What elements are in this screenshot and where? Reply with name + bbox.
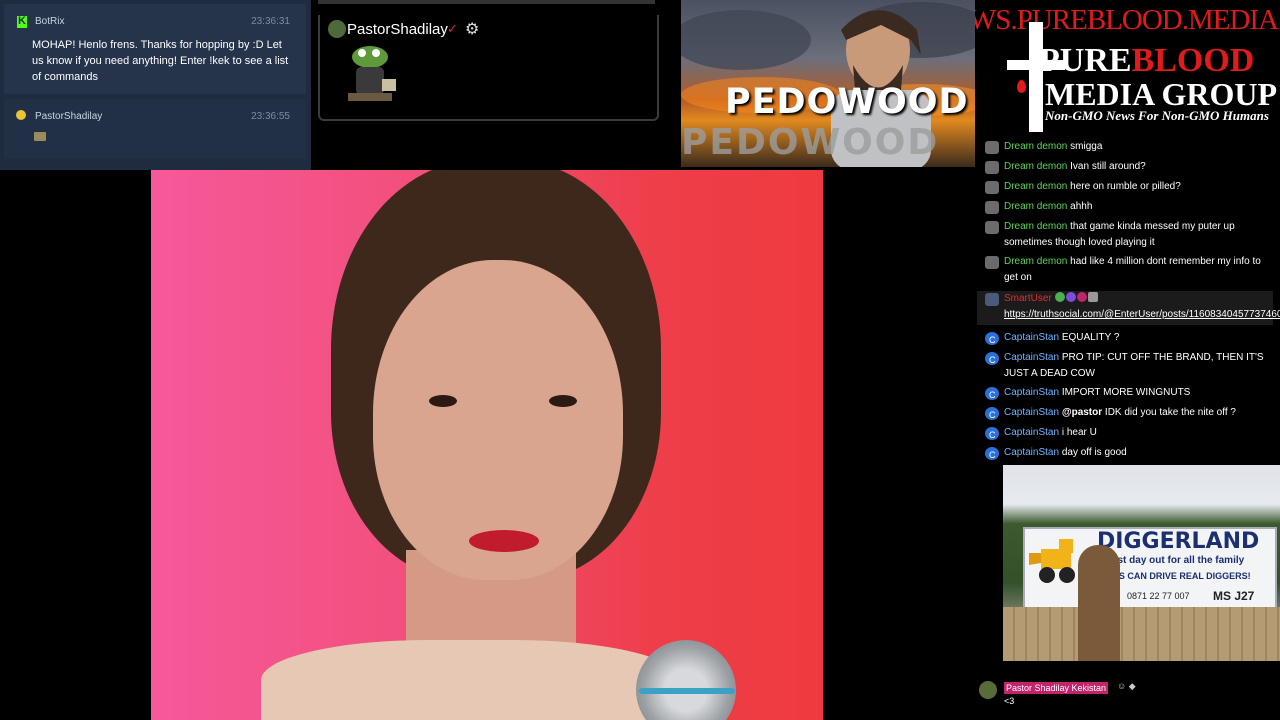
chat-message: PastorShadilay 23:36:55 <box>4 99 306 159</box>
chat-username[interactable]: Dream demon <box>1004 161 1067 172</box>
check-icon: ✓ <box>447 21 458 36</box>
brand-url: NEWS.PUREBLOOD.MEDIA <box>975 4 1279 36</box>
avatar[interactable] <box>979 681 997 699</box>
chat-text: IMPORT MORE WINGNUTS <box>1061 387 1191 398</box>
smile-badge-icon <box>16 110 26 120</box>
chat-message-highlighted: SmartUser https://truthsocial.com/@Enter… <box>977 291 1280 325</box>
chat-message: BotRix 23:36:31 MOHAP! Henlo frens. Than… <box>4 4 306 94</box>
avatar[interactable] <box>985 256 999 269</box>
chat-username[interactable]: SmartUser <box>1004 293 1052 304</box>
brand-logo: NEWS.PUREBLOOD.MEDIA PUREBLOOD MEDIA GRO… <box>975 0 1280 135</box>
pedowood-thumbnail: PEDOWOOD PEDOWOOD <box>681 0 975 167</box>
chat-username[interactable]: Dream demon <box>1004 201 1067 212</box>
chat-username[interactable]: Dream demon <box>1004 256 1067 267</box>
brand-tagline: Non-GMO News For Non-GMO Humans <box>1045 108 1269 123</box>
bot-chat-overlay: BotRix 23:36:31 MOHAP! Henlo frens. Than… <box>0 0 311 170</box>
chat-text: <3 <box>1004 696 1015 706</box>
chat-username[interactable]: Dream demon <box>1004 141 1067 152</box>
eye-shape <box>549 395 577 407</box>
chat-username[interactable]: CaptainStan <box>1004 447 1059 458</box>
avatar[interactable] <box>985 221 999 234</box>
blood-drop-icon <box>1017 80 1026 93</box>
main-photo <box>151 170 823 720</box>
person-figure <box>1078 545 1120 661</box>
chat-username[interactable]: CaptainStan <box>1004 407 1059 418</box>
chat-text: MOHAP! Henlo frens. Thanks for hopping b… <box>32 39 289 83</box>
microphone-icon <box>636 640 736 720</box>
chat-text: EQUALITY ? <box>1061 332 1120 343</box>
lips-shape <box>469 530 539 552</box>
chat-text: IDK did you take the nite off ? <box>1104 407 1236 418</box>
chat-username[interactable]: CaptainStan <box>1004 387 1059 398</box>
pedowood-title: PEDOWOOD <box>725 82 969 122</box>
avatar[interactable] <box>985 181 999 194</box>
avatar[interactable] <box>985 447 999 463</box>
chat-username[interactable]: CaptainStan <box>1004 332 1059 343</box>
card-top-divider <box>318 0 655 4</box>
chat-link[interactable]: https://truthsocial.com/@EnterUser/posts… <box>1004 309 1280 320</box>
chat-panel: Dream demon smigga Dream demon Ivan stil… <box>977 137 1280 465</box>
pastor-chat-card: PastorShadilay ✓ ⚙ <box>318 15 659 121</box>
diggerland-phone: 0871 22 77 007 <box>1127 591 1190 601</box>
avatar[interactable] <box>985 427 999 443</box>
chat-text: Ivan still around? <box>1070 161 1146 172</box>
avatar[interactable] <box>328 20 346 38</box>
kick-logo-icon <box>17 15 27 28</box>
chat-text: ahhh <box>1070 201 1093 212</box>
badge-icon <box>1054 292 1065 302</box>
fence <box>1003 607 1280 661</box>
avatar[interactable] <box>985 352 999 368</box>
gear-icon[interactable]: ⚙ <box>465 19 479 39</box>
chat-text: here on rumble or pilled? <box>1070 181 1181 192</box>
chat-text: smigga <box>1070 141 1103 152</box>
badge-icon <box>1076 292 1087 302</box>
chat-mention[interactable]: @pastor <box>1062 407 1102 418</box>
badge-icon: ☺ ◆ <box>1117 681 1136 691</box>
badge-icon <box>1065 292 1076 302</box>
avatar[interactable] <box>985 293 999 306</box>
avatar[interactable] <box>985 387 999 403</box>
pastor-username[interactable]: PastorShadilay <box>347 21 448 38</box>
chat-username[interactable]: CaptainStan <box>1004 352 1059 363</box>
chat-username[interactable]: Pastor Shadilay Kekistan <box>1004 682 1109 694</box>
chat-timestamp: 23:36:55 <box>251 111 290 122</box>
chat-timestamp: 23:36:31 <box>251 16 290 27</box>
chat-username[interactable]: Dream demon <box>1004 181 1067 192</box>
avatar[interactable] <box>985 161 999 174</box>
diggerland-photo: DIGGERLAND n's best day out for all the … <box>1003 465 1280 661</box>
chat-username[interactable]: Dream demon <box>1004 221 1067 232</box>
diggerland-title: DIGGERLAND <box>1097 529 1260 554</box>
chat-username[interactable]: CaptainStan <box>1004 427 1059 438</box>
pedowood-title-reflection: PEDOWOOD <box>681 122 940 163</box>
chat-username[interactable]: PastorShadilay <box>35 111 102 122</box>
avatar[interactable] <box>985 141 999 154</box>
brand-name: PUREBLOOD <box>1039 42 1255 79</box>
chat-text: day off is good <box>1061 447 1127 458</box>
chat-text: i hear U <box>1061 427 1097 438</box>
chat-message: Pastor Shadilay Kekistan ☺ ◆ <3 <box>975 680 1280 720</box>
badge-icon <box>1087 292 1098 302</box>
kek-emote-icon <box>34 132 46 141</box>
eye-shape <box>429 395 457 407</box>
avatar[interactable] <box>985 201 999 214</box>
diggerland-plate: MS J27 <box>1213 589 1255 603</box>
shirt-shape <box>261 640 681 720</box>
chat-username[interactable]: BotRix <box>35 16 64 27</box>
avatar[interactable] <box>985 407 999 423</box>
avatar[interactable] <box>985 332 999 348</box>
frog-emote-icon <box>348 46 396 101</box>
microphone-band <box>639 688 735 694</box>
